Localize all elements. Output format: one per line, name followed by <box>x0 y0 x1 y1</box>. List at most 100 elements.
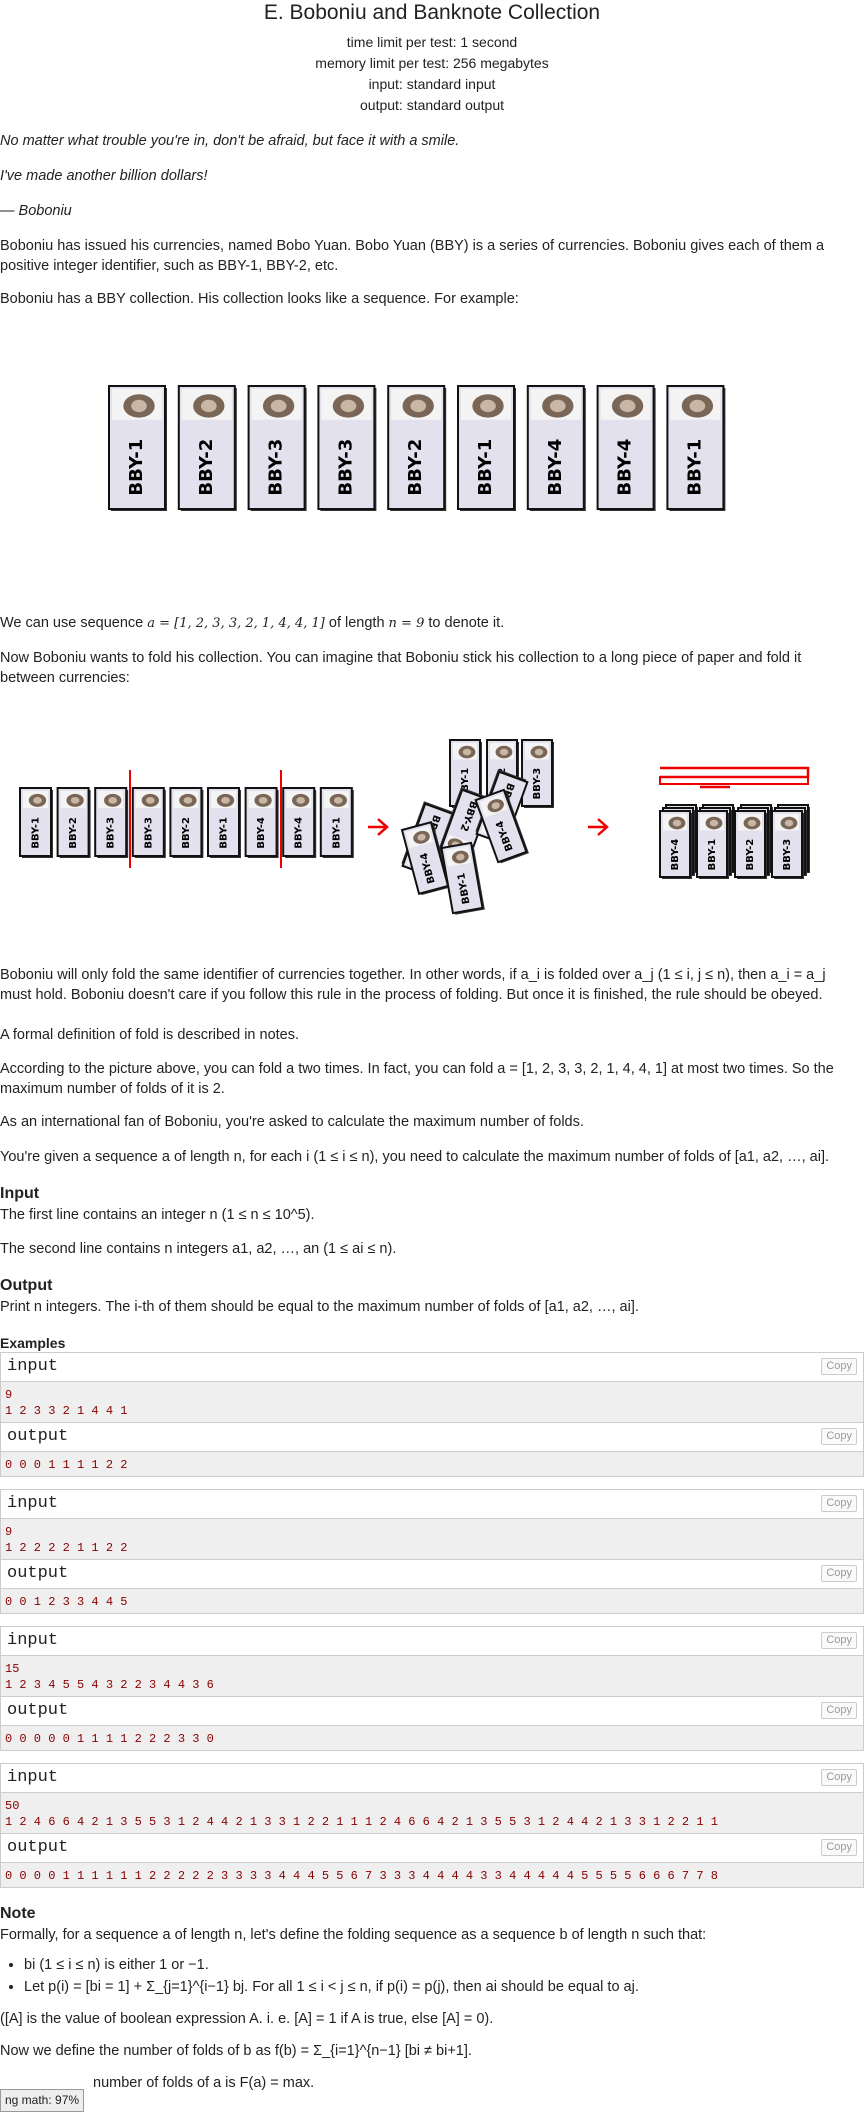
banknote: BBY-3 <box>94 787 129 858</box>
banknote: BBY-4 <box>596 385 656 511</box>
sample-input: 15 1 2 3 4 5 5 4 3 2 2 3 4 4 3 6 <box>1 1655 863 1696</box>
banknote-label: BBY-2 <box>745 839 756 871</box>
examples-section: Examples <box>0 1334 864 1353</box>
input-specification: Input The first line contains an integer… <box>0 1183 864 1259</box>
copy-input-button[interactable]: Copy <box>821 1632 857 1649</box>
banknote-label: BBY-4 <box>670 839 681 871</box>
sample-output: 0 0 0 1 1 1 1 2 2 <box>1 1451 863 1476</box>
sample-input: 9 1 2 3 3 2 1 4 4 1 <box>1 1381 863 1422</box>
banknote: BBY-1 <box>108 385 167 511</box>
banknote-label: BBY-4 <box>294 817 305 849</box>
output-title: Output <box>0 1277 53 1294</box>
memory-limit: memory limit per test: 256 megabytes <box>315 55 549 71</box>
input-line-1: The first line contains an integer n (1 … <box>0 1207 315 1224</box>
sample-test-2: input Copy 9 1 2 2 2 2 1 1 2 2 output Copy… <box>0 1489 864 1614</box>
legend-p4: Now Boboniu wants to fold his collection… <box>0 650 802 686</box>
fold-path <box>660 766 810 779</box>
banknote: BBY-1 <box>457 385 516 511</box>
sample-output: 0 0 0 0 0 1 1 1 1 2 2 2 3 3 0 <box>1 1725 863 1750</box>
note-bullet-2: Let p(i) = [bi = 1] + Σ_{j=1}^{i−1} bj. … <box>24 1977 864 1997</box>
banknote: BBY-3 <box>247 385 307 511</box>
output-label: output <box>7 1838 69 1857</box>
output-specification: Output Print n integers. The i-th of the… <box>0 1275 864 1317</box>
banknote-label: BBY-1 <box>126 439 147 496</box>
copy-output-button[interactable]: Copy <box>821 1565 857 1582</box>
copy-input-button[interactable]: Copy <box>821 1769 857 1786</box>
banknote: BBY-1 <box>207 787 241 858</box>
banknote: BBY-4 <box>659 810 692 879</box>
banknote-label: BBY-4 <box>615 439 636 496</box>
banknote: BBY-4 <box>526 385 586 511</box>
banknote: BBY-1 <box>319 787 354 858</box>
banknote: BBY-1 <box>440 841 485 915</box>
banknote-label: BBY-3 <box>266 439 287 496</box>
output-label: output <box>7 1427 69 1446</box>
math-render-badge: ng math: 97% <box>0 2089 85 2112</box>
banknote-label: BBY-2 <box>181 817 192 849</box>
note-section: Note Formally, for a sequence a of lengt… <box>0 1903 864 2093</box>
banknote: BBY-3 <box>131 787 166 858</box>
examples-title: Examples <box>0 1335 66 1351</box>
input-label: input <box>7 1494 59 1513</box>
legend-p2: Boboniu has a BBY collection. His collec… <box>0 291 519 307</box>
legend-p8: As an international fan of Boboniu, you'… <box>0 1114 584 1130</box>
banknote: BBY-4 <box>282 787 317 858</box>
banknote: BBY-1 <box>666 385 726 511</box>
input-file: input: standard input <box>368 76 496 92</box>
banknote: BBY-3 <box>771 810 804 879</box>
note-bullet-1: bi (1 ≤ i ≤ n) is either 1 or −1. <box>24 1955 864 1975</box>
input-label: input <box>7 1768 59 1787</box>
banknote: BBY-2 <box>387 385 447 511</box>
output-label: output <box>7 1564 69 1583</box>
output-file: output: standard output <box>360 97 504 113</box>
output-line-1: Print n integers. The i-th of them shoul… <box>0 1299 639 1316</box>
legend-p7: According to the picture above, you can … <box>0 1061 834 1097</box>
sample-input: 50 1 2 4 6 6 4 2 1 3 5 5 3 1 2 4 4 2 1 3… <box>1 1792 863 1833</box>
right-arrow-icon <box>368 818 389 836</box>
copy-output-button[interactable]: Copy <box>821 1839 857 1856</box>
banknote-label: BBY-3 <box>532 768 543 800</box>
note-last: number of folds of a is F(a) = max. <box>93 2075 315 2092</box>
banknote: BBY-2 <box>177 385 237 511</box>
banknote-label: BBY-1 <box>219 817 230 849</box>
banknote-label: BBY-3 <box>335 439 356 496</box>
sample-test-3: input Copy 15 1 2 3 4 5 5 4 3 2 2 3 4 4 3… <box>0 1626 864 1751</box>
banknote-label: BBY-1 <box>684 439 705 496</box>
input-line-2: The second line contains n integers a1, … <box>0 1241 397 1258</box>
banknote-label: BBY-1 <box>707 839 718 871</box>
sample-output: 0 0 1 2 3 3 4 4 5 <box>1 1588 863 1613</box>
copy-input-button[interactable]: Copy <box>821 1495 857 1512</box>
time-limit: time limit per test: 1 second <box>346 34 518 50</box>
banknote: BBY-4 <box>244 787 279 858</box>
banknote-label: BBY-1 <box>475 439 496 496</box>
input-label: input <box>7 1631 59 1650</box>
sample-input: 9 1 2 2 2 2 1 1 2 2 <box>1 1518 863 1559</box>
banknote-label: BBY-3 <box>782 839 793 871</box>
quote-3: — Boboniu <box>0 203 72 219</box>
note-folds-def: Now we define the number of folds of b a… <box>0 2043 472 2060</box>
input-title: Input <box>0 1185 40 1202</box>
banknote: BBY-2 <box>169 787 204 858</box>
copy-output-button[interactable]: Copy <box>821 1428 857 1445</box>
banknote-label: BBY-1 <box>31 817 42 849</box>
legend-p1: Boboniu has issued his currencies, named… <box>0 238 825 274</box>
sample-output: 0 0 0 0 1 1 1 1 1 1 2 2 2 2 2 3 3 3 3 4 … <box>1 1862 863 1887</box>
input-label: input <box>7 1357 59 1376</box>
banknote: BBY-1 <box>19 787 53 858</box>
quote-1: No matter what trouble you're in, don't … <box>0 133 460 149</box>
legend-p6: A formal definition of fold is described… <box>0 1027 300 1043</box>
quote-2: I've made another billion dollars! <box>0 168 208 184</box>
note-list: bi (1 ≤ i ≤ n) is either 1 or −1. Let p(… <box>0 1955 864 1997</box>
output-label: output <box>7 1701 69 1720</box>
banknote-label: BBY-3 <box>106 817 117 849</box>
sample-test-4: input Copy 50 1 2 4 6 6 4 2 1 3 5 5 3 1 2… <box>0 1763 864 1888</box>
note-intro: Formally, for a sequence a of length n, … <box>0 1927 707 1944</box>
sample-test-1: input Copy 9 1 2 3 3 2 1 4 4 1 output Copy… <box>0 1352 864 1477</box>
right-arrow-icon <box>588 818 609 836</box>
copy-input-button[interactable]: Copy <box>821 1358 857 1375</box>
banknote-label: BBY-2 <box>196 439 217 496</box>
problem-header: E. Boboniu and Banknote Collection time … <box>0 0 864 116</box>
copy-output-button[interactable]: Copy <box>821 1702 857 1719</box>
note-iverson: ([A] is the value of boolean expression … <box>0 2011 494 2028</box>
banknote-label: BBY-1 <box>331 817 342 849</box>
